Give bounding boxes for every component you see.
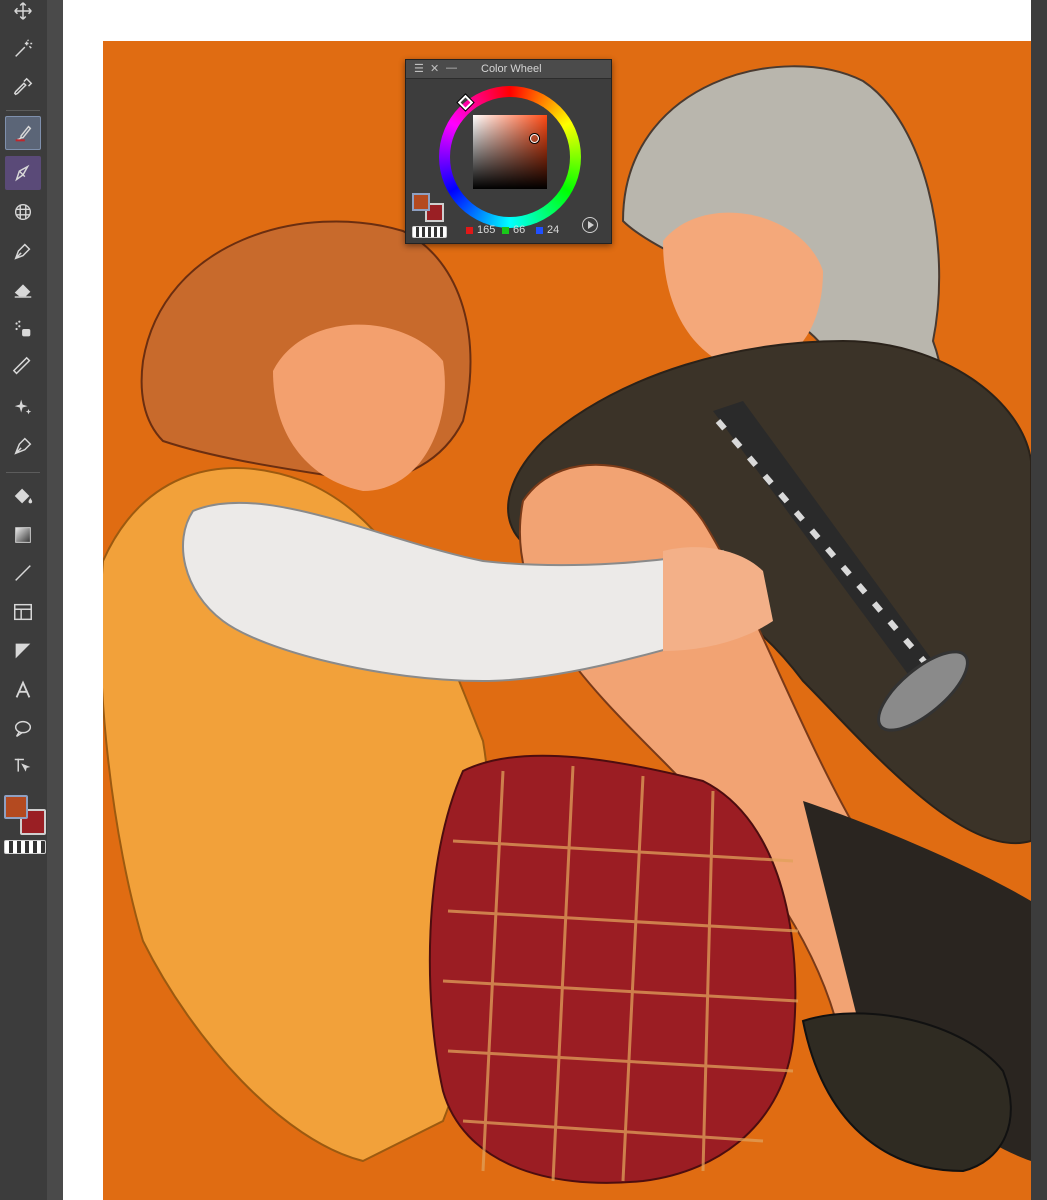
color-wheel-palette[interactable]: ☰ ✕ — Color Wheel 165 66 24 [405,59,612,244]
rgb-green-value[interactable]: 66 [502,224,525,236]
brush-icon[interactable] [5,116,41,150]
right-panel-edge [1031,0,1047,1200]
rgb-red-value[interactable]: 165 [466,224,495,236]
text-icon[interactable] [5,673,41,707]
frame-icon[interactable] [5,595,41,629]
magic-wand-icon[interactable] [5,32,41,66]
eraser-icon[interactable] [5,272,41,306]
ruler-icon[interactable] [5,350,41,384]
color-picker-handle[interactable] [530,134,539,143]
perspective-grid-icon[interactable] [5,195,41,229]
saturation-value-square[interactable] [473,115,547,189]
foreground-color[interactable] [4,795,28,819]
eyedropper-icon[interactable] [5,70,41,104]
rgb-blue-value[interactable]: 24 [536,224,559,236]
play-icon[interactable] [582,217,598,233]
toolbar-divider [6,472,40,473]
tool-palette [0,0,48,1200]
object-select-icon[interactable] [5,750,41,784]
toolbar-divider [6,110,40,111]
palette-title: Color Wheel [481,63,542,75]
fill-bucket-icon[interactable] [5,479,41,513]
blend-icon[interactable] [5,312,41,346]
line-icon[interactable] [5,556,41,590]
pen-nib-icon[interactable] [5,156,41,190]
transparent-color-swatch[interactable] [4,840,46,854]
main-sub-color-swatch[interactable] [4,795,46,837]
move-icon[interactable] [5,0,41,28]
minimize-icon[interactable]: — [446,62,457,74]
close-icon[interactable]: ✕ [430,62,439,75]
pen-icon[interactable] [5,234,41,268]
palette-foreground-color[interactable] [412,193,430,211]
gradient-icon[interactable] [5,518,41,552]
ruler-corner-icon[interactable] [5,634,41,668]
menu-icon[interactable]: ☰ [414,62,424,75]
sparkle-icon[interactable] [5,390,41,424]
palette-transparent-swatch[interactable] [412,226,447,238]
fountain-pen-icon[interactable] [5,429,41,463]
toolbar-edge [47,0,63,1200]
speech-balloon-icon[interactable] [5,712,41,746]
palette-header[interactable]: ☰ ✕ — Color Wheel [406,60,611,79]
